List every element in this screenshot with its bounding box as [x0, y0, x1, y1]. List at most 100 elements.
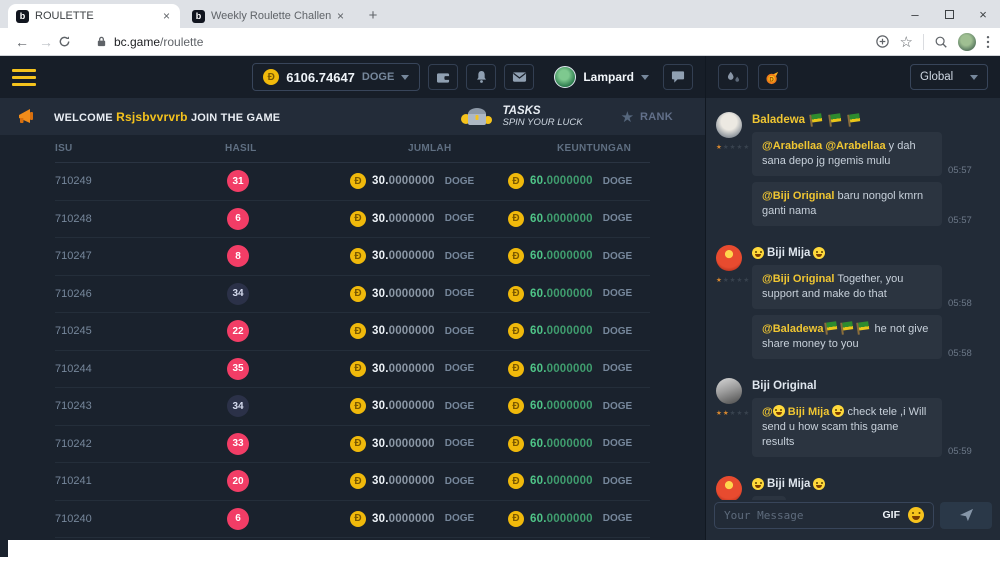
tab-roulette[interactable]: b ROULETTE ×: [8, 4, 180, 28]
avatar[interactable]: [716, 378, 742, 404]
chat-toggle-button[interactable]: [663, 64, 693, 90]
balance-selector[interactable]: Đ 6106.74647 DOGE: [252, 63, 420, 91]
currency-label: DOGE: [445, 513, 474, 524]
currency-label: DOGE: [603, 513, 632, 524]
search-icon[interactable]: [934, 35, 948, 49]
chat-message-input[interactable]: [724, 509, 875, 522]
tab-close-icon[interactable]: ×: [161, 9, 172, 23]
chat-username[interactable]: Biji Mija: [752, 478, 990, 490]
send-message-button[interactable]: [940, 502, 992, 529]
table-row[interactable]: 7102478Đ30.0000000DOGEĐ60.0000000DOGE: [0, 238, 705, 276]
mention: @Arabellaa: [825, 140, 885, 152]
avatar[interactable]: [716, 112, 742, 138]
browser-profile-avatar[interactable]: [958, 33, 976, 51]
table-row[interactable]: 71024931Đ30.0000000DOGEĐ60.0000000DOGE: [0, 163, 705, 201]
site-favicon: b: [192, 10, 205, 23]
tab-weekly-challenge[interactable]: b Weekly Roulette Challenge - Win ×: [184, 4, 354, 28]
window-close-button[interactable]: ×: [966, 0, 1000, 28]
back-button[interactable]: ←: [10, 34, 34, 50]
profit-amount: Đ60.0000000DOGE: [508, 248, 632, 264]
emoji-picker-icon[interactable]: [908, 507, 924, 523]
table-row[interactable]: 7102486Đ30.0000000DOGEĐ60.0000000DOGE: [0, 201, 705, 239]
address-bar[interactable]: bc.game/roulette: [96, 35, 203, 49]
mention: @: [762, 406, 773, 418]
new-tab-button[interactable]: +: [362, 5, 384, 25]
avatar[interactable]: [716, 476, 742, 500]
notifications-button[interactable]: [466, 64, 496, 90]
gif-button[interactable]: GIF: [883, 509, 901, 521]
doge-coin-icon: Đ: [508, 436, 524, 452]
amount-frac: 0000000: [389, 325, 435, 337]
chat-message-list: ★★★★★Baladewa@Arabellaa @Arabellaa y dah…: [706, 98, 1000, 500]
chat-input-box[interactable]: GIF: [714, 502, 934, 529]
main-content: Đ 6106.74647 DOGE: [0, 56, 705, 540]
avatar[interactable]: [716, 245, 742, 271]
zoom-page-icon[interactable]: [875, 34, 890, 49]
message-bubble: @Arabellaa @Arabellaa y dah sana depo jg…: [752, 132, 942, 176]
wallet-icon: [436, 71, 451, 84]
site-header: Đ 6106.74647 DOGE: [0, 56, 705, 98]
browser-toolbar: ← → bc.game/roulette ☆: [0, 28, 1000, 56]
table-header: ISU HASIL JUMLAH KEUNTUNGAN: [0, 135, 705, 163]
forward-button[interactable]: →: [34, 34, 58, 50]
bookmark-star-icon[interactable]: ☆: [900, 33, 913, 51]
amount: 60.0000000: [530, 288, 593, 300]
window-minimize-button[interactable]: –: [898, 0, 932, 28]
chat-message: @Baladewa he not give share money to you…: [752, 315, 990, 359]
currency-label: DOGE: [603, 363, 632, 374]
amount: 30.0000000: [372, 250, 435, 262]
message-time: 05:58: [948, 348, 972, 359]
currency-label: DOGE: [603, 213, 632, 224]
amount: 30.0000000: [372, 325, 435, 337]
flag-emoji-icon: [840, 321, 856, 335]
user-menu[interactable]: Lampard: [554, 66, 649, 88]
currency-label: DOGE: [603, 288, 632, 299]
roulette-result: 6: [227, 208, 249, 230]
table-row[interactable]: 71024522Đ30.0000000DOGEĐ60.0000000DOGE: [0, 313, 705, 351]
table-row[interactable]: 71024233Đ30.0000000DOGEĐ60.0000000DOGE: [0, 426, 705, 464]
table-row[interactable]: 71024435Đ30.0000000DOGEĐ60.0000000DOGE: [0, 351, 705, 389]
bet-amount: Đ30.0000000DOGE: [350, 248, 474, 264]
amount: 30.0000000: [372, 513, 435, 525]
wallet-button[interactable]: [428, 64, 458, 90]
bet-amount: Đ30.0000000DOGE: [350, 436, 474, 452]
rain-button[interactable]: [718, 64, 748, 90]
amount-frac: 0000000: [547, 513, 593, 525]
chat-bubble-icon: [671, 70, 685, 84]
profit-amount: Đ60.0000000DOGE: [508, 211, 632, 227]
table-row[interactable]: 71024634Đ30.0000000DOGEĐ60.0000000DOGE: [0, 276, 705, 314]
chat-username[interactable]: Baladewa: [752, 114, 990, 126]
messages-button[interactable]: [504, 64, 534, 90]
doge-coin-icon: Đ: [508, 473, 524, 489]
laughing-emoji-icon: [813, 478, 825, 490]
browser-menu-icon[interactable]: [986, 35, 990, 49]
rank-widget[interactable]: ★ RANK: [621, 108, 673, 126]
amount: 60.0000000: [530, 250, 593, 262]
bet-id: 710249: [55, 175, 92, 187]
table-row[interactable]: 71024120Đ30.0000000DOGEĐ60.0000000DOGE: [0, 463, 705, 501]
rank-label: RANK: [640, 111, 673, 123]
menu-icon[interactable]: [12, 69, 36, 86]
chat-group: ★★★★★Baladewa@Arabellaa @Arabellaa y dah…: [716, 112, 990, 232]
message-text: Biji Mija: [767, 247, 810, 259]
amount: 60.0000000: [530, 438, 593, 450]
table-row[interactable]: 71024334Đ30.0000000DOGEĐ60.0000000DOGE: [0, 388, 705, 426]
tasks-widget[interactable]: TASKS SPIN YOUR LUCK: [460, 104, 582, 129]
table-row[interactable]: 7102406Đ30.0000000DOGEĐ60.0000000DOGE: [0, 501, 705, 539]
amount-int: 30.: [372, 213, 389, 225]
coin-drop-button[interactable]: D: [758, 64, 788, 90]
chat-channel-select[interactable]: Global: [910, 64, 988, 90]
welcome-banner: WELCOME Rsjsbvvrvrb JOIN THE GAME TASKS …: [0, 98, 705, 135]
balance-currency: DOGE: [362, 71, 394, 83]
chat-username[interactable]: Biji Original: [752, 380, 990, 392]
chat-username[interactable]: Biji Mija: [752, 247, 990, 259]
doge-coin-icon: Đ: [263, 69, 279, 85]
message-time: 05:57: [948, 215, 972, 226]
message-time: 05:57: [948, 165, 972, 176]
currency-label: DOGE: [603, 251, 632, 262]
chat-message: @ Biji Mija check tele ,i Will send u ho…: [752, 398, 990, 457]
profit-amount: Đ60.0000000DOGE: [508, 286, 632, 302]
window-maximize-button[interactable]: [932, 0, 966, 28]
tab-close-icon[interactable]: ×: [335, 9, 346, 23]
refresh-button[interactable]: [58, 35, 82, 48]
